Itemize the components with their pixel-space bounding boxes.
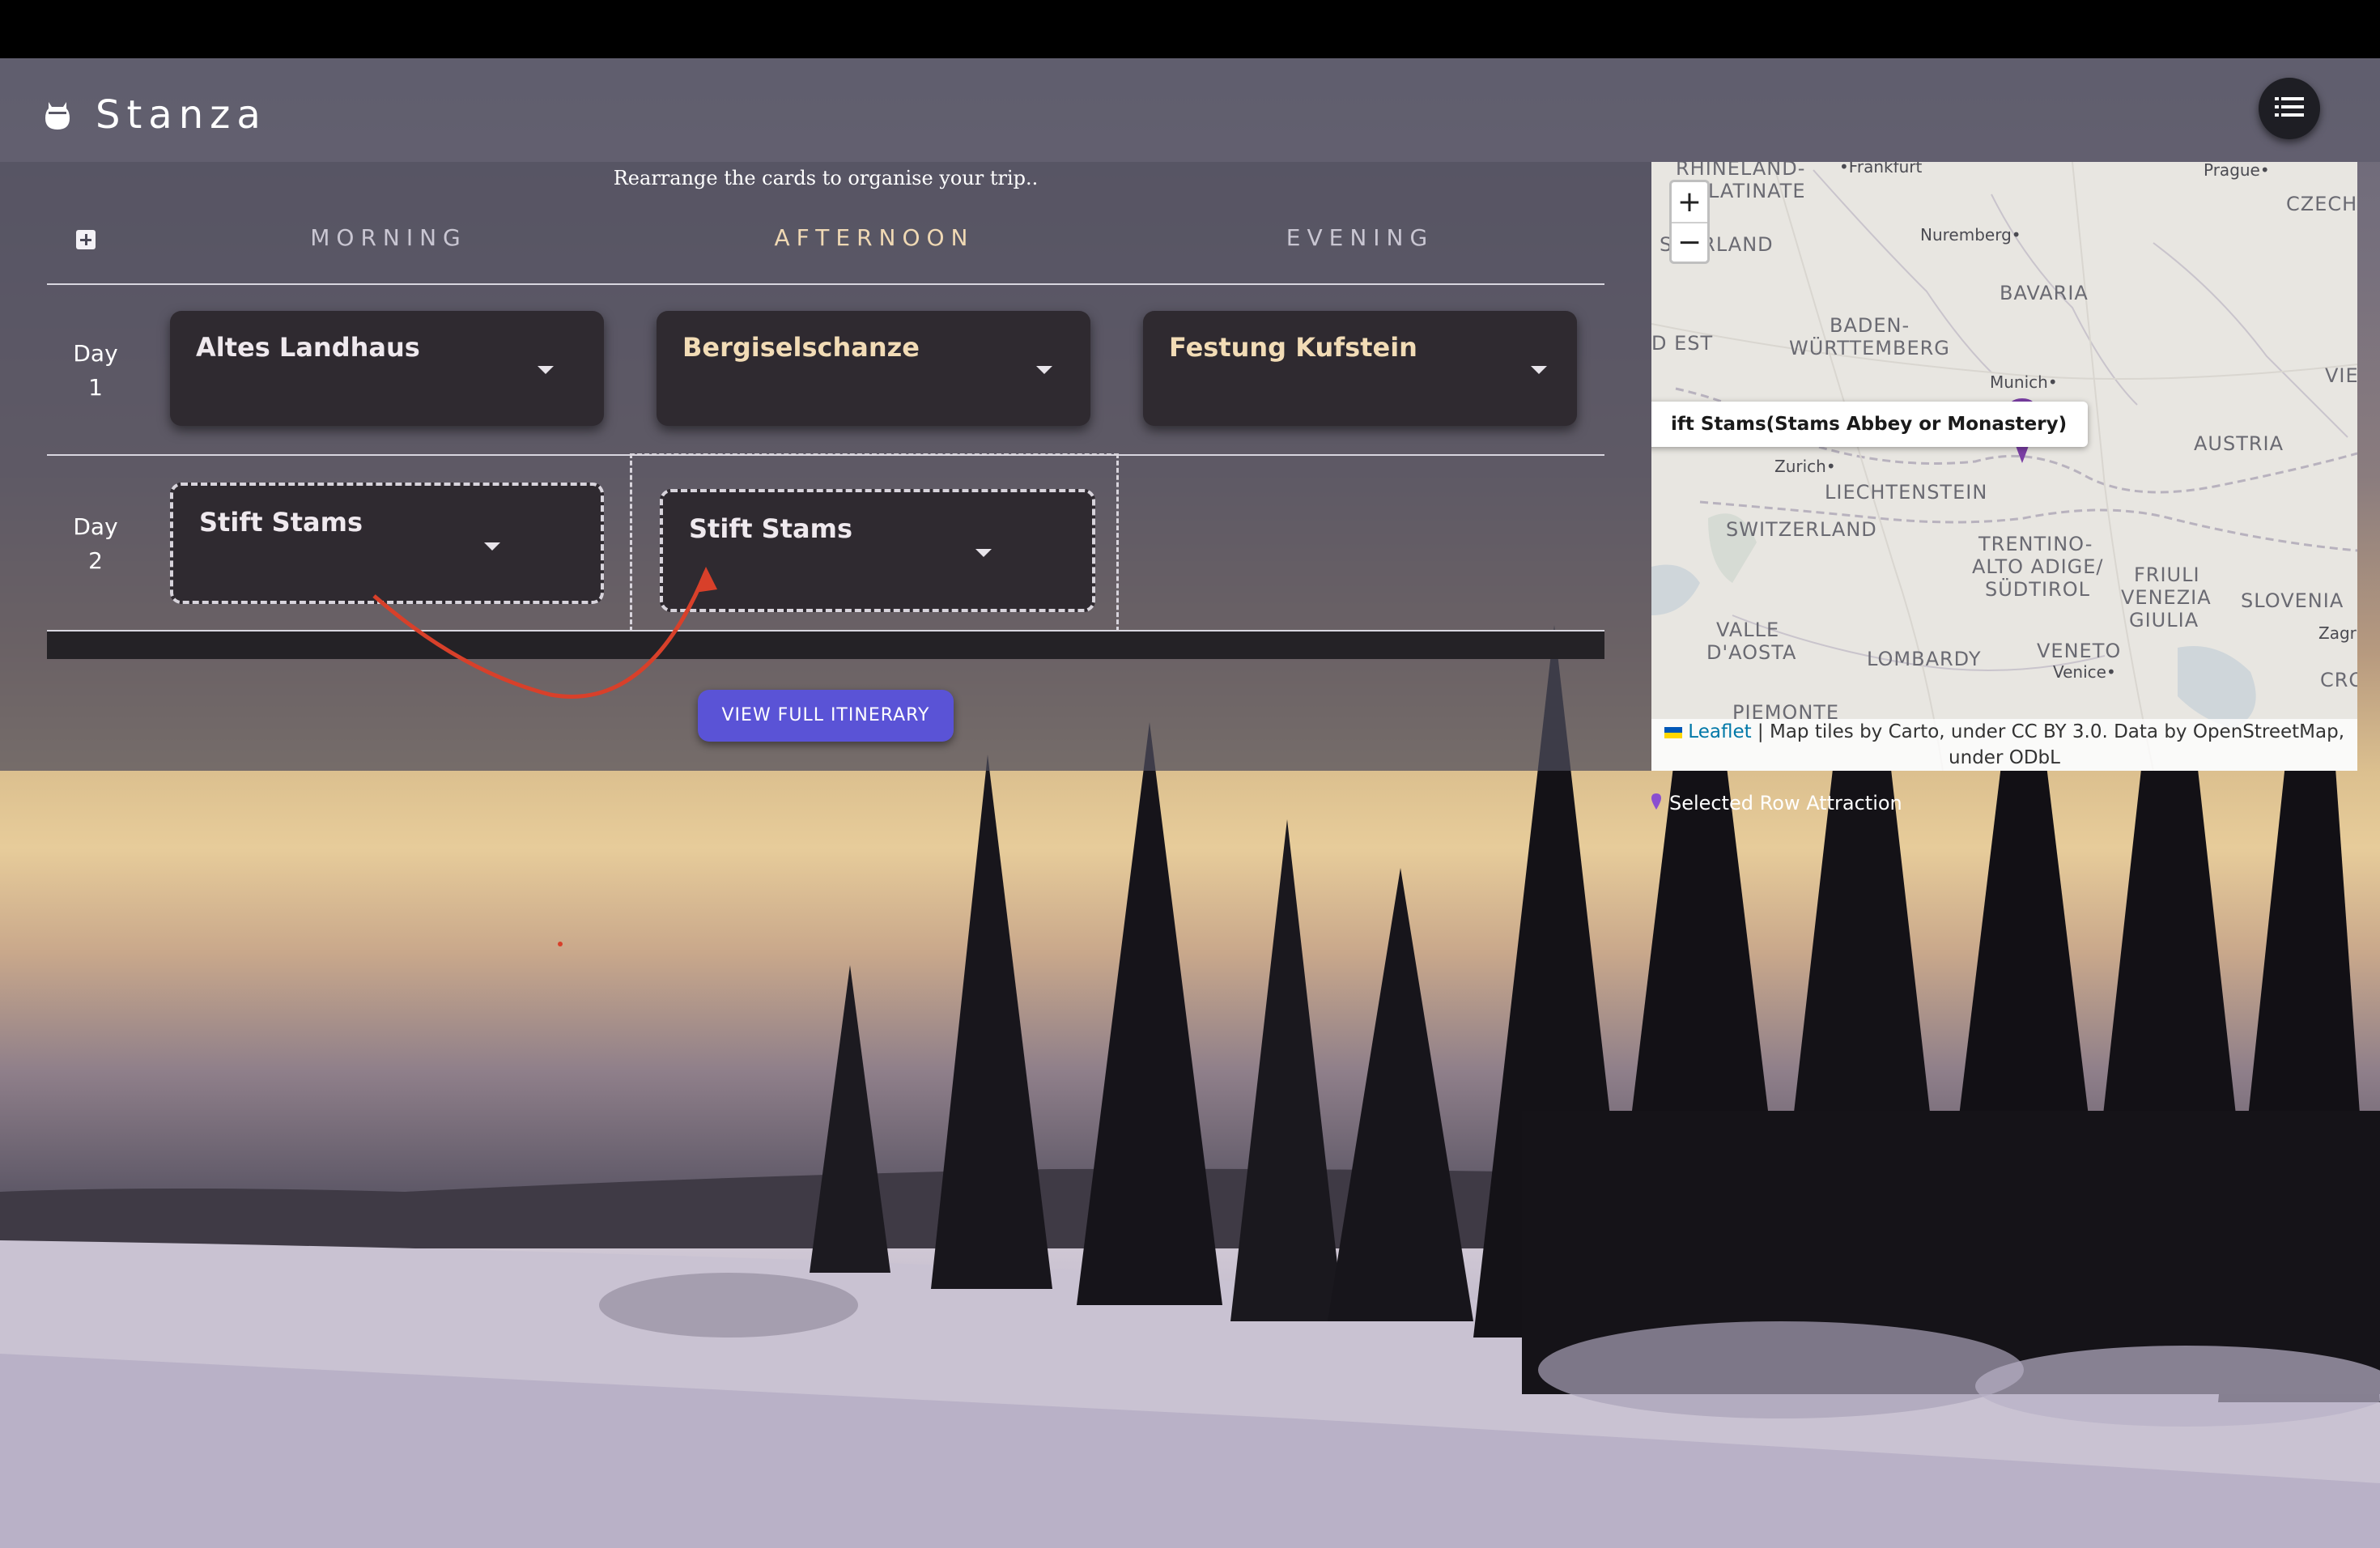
map-legend: Selected Row Attraction (1651, 787, 1902, 819)
zoom-control: + − (1669, 180, 1710, 264)
zoom-in-button[interactable]: + (1672, 182, 1707, 223)
map-city-label: Zurich• (1774, 457, 1836, 476)
ukraine-flag-icon (1664, 726, 1682, 738)
map-view[interactable]: RHINELAND- LATINATE SAARLAND CZECH BAVAR… (1651, 162, 2357, 771)
map-region-label: TRENTINO- (1978, 533, 2093, 555)
map-region-label: AUSTRIA (2194, 432, 2284, 455)
attribution-text-line2: under ODbL (1949, 747, 2060, 768)
map-city-label: Munich• (1990, 372, 2058, 392)
map-region-label: VENETO (2037, 640, 2122, 662)
view-full-itinerary-button[interactable]: VIEW FULL ITINERARY (698, 690, 954, 742)
stanza-page: Stanza Rearrange the cards to organise y… (0, 0, 2380, 1548)
marker-tooltip: ift Stams(Stams Abbey or Monastery) (1651, 402, 2089, 447)
map-city-label: Venice• (2053, 662, 2116, 682)
map-city-label: Prague• (2204, 162, 2270, 180)
map-region-label: ALTO ADIGE/ (1972, 555, 2104, 578)
map-region-label: SÜDTIROL (1985, 578, 2090, 601)
attribution-text: | Map tiles by Carto, under CC BY 3.0. D… (1751, 721, 2345, 742)
leaflet-link[interactable]: Leaflet (1688, 721, 1751, 742)
map-region-label: SWITZERLAND (1726, 518, 1877, 541)
map-region-label: VALLE (1716, 619, 1780, 641)
map-region-label: LATINATE (1708, 180, 1806, 202)
map-region-label: D EST (1651, 332, 1714, 355)
map-region-label: LIECHTENSTEIN (1825, 481, 1988, 504)
map-region-label: RHINELAND- (1676, 162, 1806, 180)
map-region-label: FRIULI (2134, 563, 2200, 586)
map-region-label: VIE (2325, 364, 2357, 387)
map-region-label: BAVARIA (2000, 282, 2089, 304)
map-region-label: D'AOSTA (1706, 641, 1797, 664)
legend-label: Selected Row Attraction (1669, 792, 1902, 814)
map-region-label: CZECH (2286, 193, 2357, 215)
map-city-label: •Frankfurt (1839, 162, 1923, 176)
map-city-label: Zagr (2318, 623, 2357, 643)
map-region-label: BADEN- (1830, 314, 1910, 337)
map-region-label: SLOVENIA (2241, 589, 2344, 612)
map-region-label: LOMBARDY (1867, 648, 1982, 670)
map-attribution: Leaflet | Map tiles by Carto, under CC B… (1651, 719, 2357, 771)
map-region-label: VENEZIA (2121, 586, 2212, 609)
map-region-label: WÜRTTEMBERG (1789, 337, 1950, 359)
map-marker-icon (1651, 792, 1661, 814)
map-region-label: GIULIA (2129, 609, 2199, 632)
map-city-label: Nuremberg• (1920, 225, 2021, 245)
zoom-out-button[interactable]: − (1672, 223, 1707, 262)
map-region-label: CRO (2320, 669, 2357, 691)
